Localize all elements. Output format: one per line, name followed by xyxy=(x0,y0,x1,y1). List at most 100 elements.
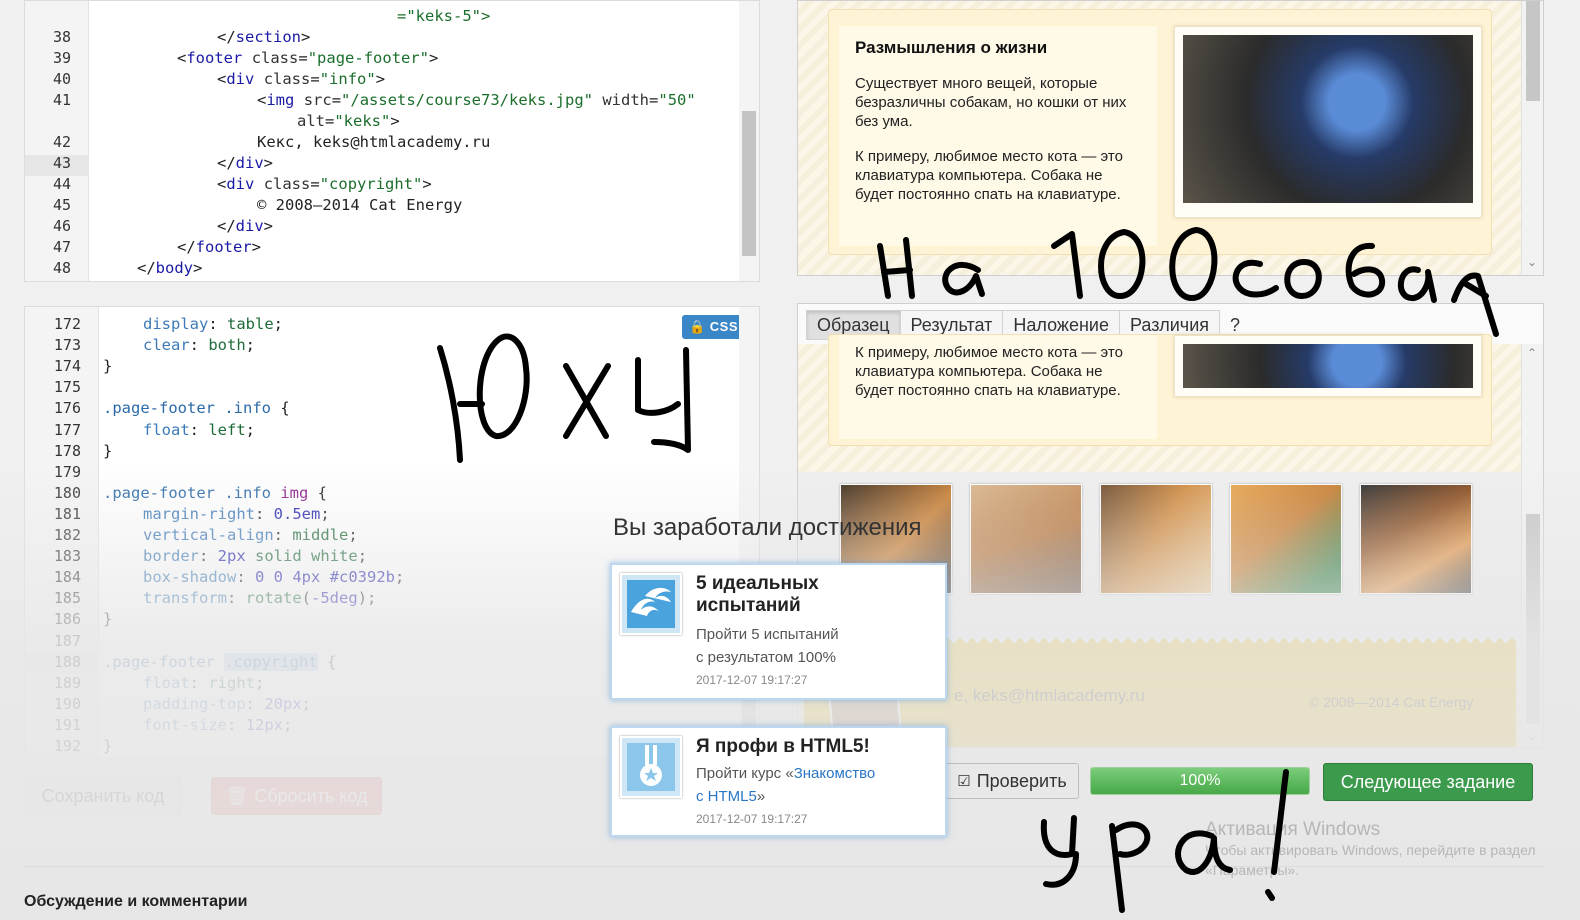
cat-at-computer-photo xyxy=(1174,26,1482,218)
code-line[interactable]: margin-right: 0.5em; xyxy=(143,505,330,523)
footer-copyright: © 2008—2014 Cat Energy xyxy=(1309,694,1474,710)
article-paragraph: Существует много вещей, которые безразли… xyxy=(855,75,1127,130)
code-line[interactable]: font-size: 12px; xyxy=(143,716,292,734)
chevron-down-icon[interactable]: ⌄ xyxy=(1527,255,1537,269)
line-number: 179 xyxy=(53,463,81,481)
reset-code-button[interactable]: 🗑 Сбросить код xyxy=(211,777,382,815)
course-link[interactable]: Знакомство xyxy=(794,765,876,782)
code-line[interactable]: } xyxy=(103,610,112,628)
line-number: 172 xyxy=(53,315,81,333)
code-line[interactable]: </body> xyxy=(137,259,202,277)
article-paragraph: К примеру, любимое место кота — это клав… xyxy=(855,344,1123,399)
save-code-button[interactable]: Сохранить код xyxy=(25,777,181,815)
article-card: К примеру, любимое место кота — это клав… xyxy=(828,334,1492,446)
line-number: 38 xyxy=(52,28,71,46)
line-number: 47 xyxy=(52,238,71,256)
line-number: 187 xyxy=(53,632,81,650)
trash-icon: 🗑 xyxy=(225,785,249,806)
line-number: 180 xyxy=(53,484,81,502)
line-number: 188 xyxy=(53,653,81,671)
kitten-thumbnail xyxy=(1100,484,1212,594)
windows-activation-watermark: Активация Windows Чтобы активировать Win… xyxy=(1205,819,1536,879)
achievement-card[interactable]: Я профи в HTML5! Пройти курс «Знакомство… xyxy=(610,726,947,837)
preview-sample-pane[interactable]: Размышления о жизни Существует много вещ… xyxy=(797,0,1544,276)
chevron-up-icon[interactable]: ⌃ xyxy=(1527,346,1537,360)
line-number: 43 xyxy=(52,154,71,172)
line-number: 41 xyxy=(52,91,71,109)
code-line[interactable]: .page-footer .info { xyxy=(103,399,290,417)
code-line[interactable]: .page-footer .info img { xyxy=(103,484,327,502)
cat-at-computer-photo xyxy=(1174,335,1482,397)
preview-scroll-thumb[interactable] xyxy=(1526,514,1540,724)
line-number: 46 xyxy=(52,217,71,235)
code-line[interactable]: © 2008—2014 Cat Energy xyxy=(257,196,462,214)
code-line[interactable]: <footer class="page-footer"> xyxy=(177,49,438,67)
code-line[interactable]: <img src="/assets/course73/keks.jpg" wid… xyxy=(257,91,696,109)
article-text: К примеру, любимое место кота — это клав… xyxy=(839,335,1157,439)
line-number: 178 xyxy=(53,442,81,460)
line-number: 181 xyxy=(53,505,81,523)
line-number: 182 xyxy=(53,526,81,544)
code-line[interactable]: ="keks-5"> xyxy=(397,7,490,25)
code-line[interactable]: border: 2px solid white; xyxy=(143,547,367,565)
course-link[interactable]: с HTML5 xyxy=(696,788,757,805)
line-number: 184 xyxy=(53,568,81,586)
check-button[interactable]: ☑ Проверить xyxy=(945,763,1079,799)
line-number: 39 xyxy=(52,49,71,67)
css-language-badge: 🔒 CSS xyxy=(681,315,745,339)
code-line[interactable]: box-shadow: 0 0 4px #c0392b; xyxy=(143,568,404,586)
medal-badge-icon xyxy=(620,736,682,798)
code-line[interactable]: } xyxy=(103,737,112,755)
code-line[interactable]: </section> xyxy=(217,28,310,46)
line-number: 191 xyxy=(53,716,81,734)
code-line[interactable]: .page-footer .copyright { xyxy=(103,653,336,671)
chevron-down-icon[interactable]: ⌄ xyxy=(1527,729,1537,743)
article-card: Размышления о жизни Существует много вещ… xyxy=(828,9,1492,255)
code-line[interactable]: <div class="info"> xyxy=(217,70,385,88)
preview-scrollbar[interactable]: ⌃ ⌄ xyxy=(1521,344,1543,747)
achievements-heading: Вы заработали достижения xyxy=(613,514,922,541)
code-line[interactable]: } xyxy=(103,357,112,375)
line-number: 45 xyxy=(52,196,71,214)
footer-email: е, keks@htmlacademy.ru xyxy=(954,686,1145,705)
code-line[interactable]: vertical-align: middle; xyxy=(143,526,358,544)
code-line[interactable]: display: table; xyxy=(143,315,283,333)
code-line[interactable]: } xyxy=(103,442,112,460)
code-line[interactable]: <div class="copyright"> xyxy=(217,175,432,193)
code-line[interactable]: transform: rotate(-5deg); xyxy=(143,589,376,607)
line-number: 174 xyxy=(53,357,81,375)
line-number: 183 xyxy=(53,547,81,565)
code-line[interactable]: Кекс, keks@htmlacademy.ru xyxy=(257,133,490,151)
next-task-button[interactable]: Следующее задание xyxy=(1323,763,1533,801)
article-title: Размышления о жизни xyxy=(855,38,1048,57)
code-line[interactable]: clear: both; xyxy=(143,336,255,354)
progress-label: 100% xyxy=(1179,772,1221,789)
line-number: 186 xyxy=(53,610,81,628)
kitten-thumbnail xyxy=(1230,484,1342,594)
line-number: 190 xyxy=(53,695,81,713)
code-line[interactable]: float: left; xyxy=(143,421,255,439)
code-line[interactable]: </div> xyxy=(217,217,273,235)
line-number: 42 xyxy=(52,133,71,151)
code-line[interactable]: float: right; xyxy=(143,674,264,692)
preview-scrollbar[interactable] xyxy=(1521,1,1543,275)
comments-heading: Обсуждение и комментарии xyxy=(24,893,248,910)
code-line[interactable]: </div> xyxy=(217,154,273,172)
achievement-card[interactable]: 5 идеальных испытаний Пройти 5 испытаний с… xyxy=(610,563,947,700)
line-number: 175 xyxy=(53,378,81,396)
line-number: 48 xyxy=(52,259,71,277)
lock-icon: 🔒 xyxy=(688,319,706,334)
code-line[interactable]: alt="keks"> xyxy=(297,112,400,130)
kitten-thumbnail xyxy=(1360,484,1472,594)
html-editor-scroll-thumb[interactable] xyxy=(742,111,756,256)
html-editor[interactable]: ="keks-5"> 38 </section> 39 <footer class="p… xyxy=(24,0,760,282)
kitten-thumbnail xyxy=(970,484,1082,594)
line-number: 177 xyxy=(53,421,81,439)
html-editor-scrollbar[interactable] xyxy=(739,1,759,281)
preview-scroll-thumb[interactable] xyxy=(1526,1,1540,101)
task-progress-bar: 100% xyxy=(1090,767,1310,795)
code-line[interactable]: padding-top: 20px; xyxy=(143,695,311,713)
article-text: Размышления о жизни Существует много вещ… xyxy=(839,26,1157,246)
achievement-description: Пройти 5 испытаний с результатом 100% xyxy=(696,626,839,666)
code-line[interactable]: </footer> xyxy=(177,238,261,256)
